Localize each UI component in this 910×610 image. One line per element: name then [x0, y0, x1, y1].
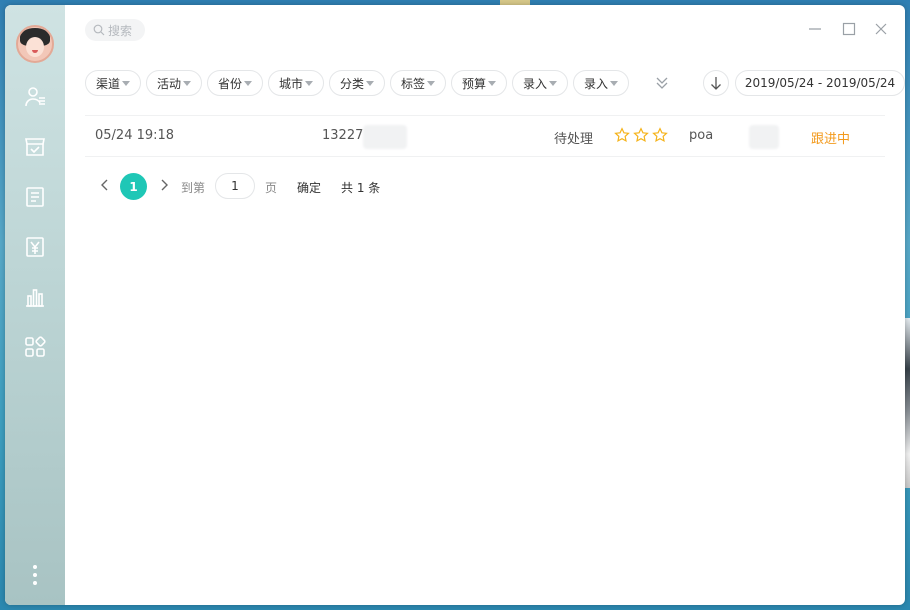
- sidebar: [5, 5, 65, 605]
- page-suffix: 页: [265, 181, 278, 195]
- record-phone: 13227: [322, 128, 364, 143]
- filter-label: 录入: [522, 76, 547, 91]
- expand-filters-icon[interactable]: [653, 74, 671, 92]
- star-icon[interactable]: [614, 127, 630, 143]
- filter-label: 预算: [461, 76, 486, 91]
- filter-label: 城市: [278, 76, 303, 91]
- chevron-down-icon: [427, 80, 435, 86]
- sort-button[interactable]: [703, 70, 729, 96]
- record-follow-status: 跟进中: [811, 132, 851, 147]
- filter-province[interactable]: 省份: [207, 70, 263, 96]
- filter-label: 活动: [156, 76, 181, 91]
- redacted-phone-blur: [363, 125, 407, 149]
- record-time: 05/24 19:18: [95, 128, 175, 143]
- confirm-page-button[interactable]: 确定: [297, 179, 321, 196]
- filter-budget[interactable]: 预算: [451, 70, 507, 96]
- prev-page-icon[interactable]: [98, 178, 112, 192]
- close-icon[interactable]: [873, 21, 889, 37]
- filter-activity[interactable]: 活动: [146, 70, 202, 96]
- filter-label: 渠道: [95, 76, 120, 91]
- filter-label: 标签: [400, 76, 425, 91]
- apps-grid-icon[interactable]: [23, 335, 47, 359]
- star-icon[interactable]: [633, 127, 649, 143]
- filter-entry-2[interactable]: 录入: [573, 70, 629, 96]
- arrow-down-icon: [711, 77, 721, 90]
- current-page-button[interactable]: 1: [120, 173, 147, 200]
- store-check-icon[interactable]: [23, 135, 47, 159]
- filter-tag[interactable]: 标签: [390, 70, 446, 96]
- bar-chart-icon[interactable]: [23, 285, 47, 309]
- filter-label: 省份: [217, 76, 242, 91]
- app-window: 搜索 渠道 活动 省份 城市 分类 标签 预算 录入 录入 2019/05/24…: [5, 5, 905, 605]
- record-owner: poa: [689, 128, 714, 143]
- document-icon[interactable]: [23, 185, 47, 209]
- search-placeholder: 搜索: [108, 23, 133, 38]
- date-range-picker[interactable]: 2019/05/24 - 2019/05/24: [735, 70, 905, 96]
- star-rating[interactable]: [614, 127, 668, 143]
- record-state: 待处理: [554, 132, 594, 147]
- search-icon: [93, 24, 105, 36]
- star-icon[interactable]: [652, 127, 668, 143]
- chevron-down-icon: [122, 80, 130, 86]
- table-row[interactable]: 05/24 19:18 13227 待处理 poa 跟进中: [85, 115, 885, 157]
- filter-entry-1[interactable]: 录入: [512, 70, 568, 96]
- minimize-icon[interactable]: [807, 21, 823, 37]
- chevron-down-icon: [244, 80, 252, 86]
- chevron-down-icon: [305, 80, 313, 86]
- user-avatar[interactable]: [16, 25, 54, 63]
- yuan-receipt-icon[interactable]: [23, 235, 47, 259]
- more-vertical-icon[interactable]: [32, 565, 38, 589]
- next-page-icon[interactable]: [157, 178, 171, 192]
- filter-city[interactable]: 城市: [268, 70, 324, 96]
- filter-label: 录入: [583, 76, 608, 91]
- filter-category[interactable]: 分类: [329, 70, 385, 96]
- customer-icon[interactable]: [23, 85, 47, 109]
- filter-label: 分类: [339, 76, 364, 91]
- goto-label: 到第: [181, 181, 206, 195]
- filter-channel[interactable]: 渠道: [85, 70, 141, 96]
- chevron-down-icon: [488, 80, 496, 86]
- chevron-down-icon: [183, 80, 191, 86]
- total-count: 共 1 条: [341, 181, 381, 195]
- chevron-down-icon: [549, 80, 557, 86]
- maximize-icon[interactable]: [841, 21, 857, 37]
- redacted-name-blur: [749, 125, 779, 149]
- search-input[interactable]: 搜索: [85, 19, 145, 41]
- chevron-down-icon: [366, 80, 374, 86]
- main-content: 搜索 渠道 活动 省份 城市 分类 标签 预算 录入 录入 2019/05/24…: [65, 5, 905, 605]
- page-number-input[interactable]: [215, 173, 255, 199]
- chevron-down-icon: [610, 80, 618, 86]
